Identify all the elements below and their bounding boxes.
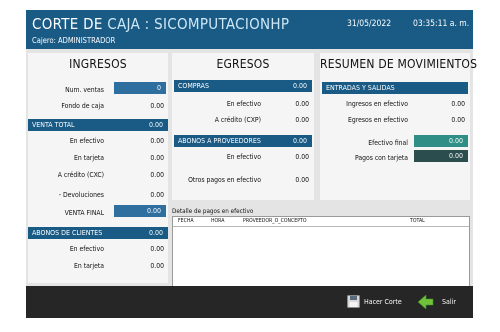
fondo-caja-label: Fondo de caja [61,102,104,110]
window-title: CORTE DE CAJA : SICOMPUTACIONHP [32,15,289,33]
column-header-fecha[interactable]: FECHA [178,217,194,226]
abonos-efectivo-label: En efectivo [69,245,104,253]
hacer-corte-label: Hacer Corte [364,298,402,306]
floppy-disk-icon [347,295,360,308]
ingresos-efectivo-value: 0.00 [451,100,465,108]
efectivo-final-value: 0.00 [414,135,468,147]
entradas-salidas-bar: ENTRADAS Y SALIDAS [322,82,468,94]
egresos-title: EGRESOS [216,57,270,71]
hacer-corte-button[interactable]: Hacer Corte [347,295,407,309]
pagos-tarjeta-label: Pagos con tarjeta [354,154,408,162]
venta-total-value: 0.00 [148,121,163,129]
abonos-proveedores-value: 0.00 [292,137,307,145]
venta-total-bar: VENTA TOTAL 0.00 [28,119,168,131]
abonos-clientes-label: ABONOS DE CLIENTES [32,229,103,237]
num-ventas-label: Num. ventas [65,86,104,94]
column-header-hora[interactable]: HORA [211,217,224,226]
title-accent: CAJA : SICOMPUTACIONHP [107,15,290,33]
resumen-title: RESUMEN DE MOVIMIENTOS [320,57,478,71]
devoluciones-value: 0.00 [150,191,164,199]
corte-de-caja-window: CORTE DE CAJA : SICOMPUTACIONHP Cajero: … [26,10,478,318]
entradas-salidas-label: ENTRADAS Y SALIDAS [326,84,395,92]
venta-tarjeta-value: 0.00 [150,154,164,162]
detalle-pagos-grid[interactable]: FECHA HORA PROVEEDOR_O_CONCEPTO TOTAL [172,216,470,290]
fondo-caja-value: 0.00 [150,102,164,110]
devoluciones-label: - Devoluciones [58,191,104,199]
venta-final-value: 0.00 [114,205,166,217]
efectivo-final-label: Efectivo final [368,139,408,147]
abonos-efectivo-value: 0.00 [150,245,164,253]
otros-pagos-label: Otros pagos en efectivo [188,176,261,184]
ingresos-panel: INGRESOS Num. ventas 0 Fondo de caja 0.0… [28,53,168,283]
compras-efectivo-label: En efectivo [226,100,261,108]
compras-label: COMPRAS [178,82,209,90]
proveedores-efectivo-label: En efectivo [226,153,261,161]
abonos-tarjeta-label: En tarjeta [74,262,104,270]
ingresos-efectivo-label: Ingresos en efectivo [346,100,408,108]
cashier-label: Cajero: ADMINISTRADOR [32,36,116,45]
green-arrow-left-icon [418,295,434,309]
abonos-proveedores-bar: ABONOS A PROVEEDORES 0.00 [174,135,312,147]
compras-efectivo-value: 0.00 [295,100,309,108]
current-date: 31/05/2022 [347,19,392,29]
footer-bar: Hacer Corte Salir [26,286,473,318]
venta-credito-value: 0.00 [150,171,164,179]
column-header-proveedor[interactable]: PROVEEDOR_O_CONCEPTO [243,217,307,226]
compras-credito-label: A crédito (CXP) [214,116,261,124]
pagos-tarjeta-value: 0.00 [414,150,468,162]
egresos-efectivo-value: 0.00 [451,116,465,124]
egresos-panel: EGRESOS COMPRAS 0.00 En efectivo 0.00 A … [172,53,314,200]
grid-header-row: FECHA HORA PROVEEDOR_O_CONCEPTO TOTAL [173,217,469,227]
compras-bar: COMPRAS 0.00 [174,80,312,92]
detalle-caption: Detalle de pagos en efectivo [172,208,254,215]
venta-efectivo-value: 0.00 [150,137,164,145]
abonos-tarjeta-value: 0.00 [150,262,164,270]
venta-credito-label: A crédito (CXC) [57,171,104,179]
abonos-clientes-value: 0.00 [148,229,163,237]
title-prefix: CORTE DE [32,15,103,33]
venta-final-label: VENTA FINAL [64,209,104,217]
abonos-proveedores-label: ABONOS A PROVEEDORES [178,137,261,145]
otros-pagos-value: 0.00 [295,176,309,184]
abonos-clientes-bar: ABONOS DE CLIENTES 0.00 [28,227,168,239]
venta-total-label: VENTA TOTAL [32,121,75,129]
num-ventas-value: 0 [114,82,166,94]
ingresos-title: INGRESOS [69,57,127,71]
salir-button[interactable]: Salir [418,295,463,309]
egresos-efectivo-label: Egresos en efectivo [347,116,408,124]
column-header-total[interactable]: TOTAL [410,217,425,226]
salir-label: Salir [442,298,456,306]
compras-value: 0.00 [292,82,307,90]
current-time: 03:35:11 a. m. [413,19,470,29]
header-bar: CORTE DE CAJA : SICOMPUTACIONHP Cajero: … [26,10,473,49]
venta-efectivo-label: En efectivo [69,137,104,145]
proveedores-efectivo-value: 0.00 [295,153,309,161]
venta-tarjeta-label: En tarjeta [74,154,104,162]
resumen-panel: RESUMEN DE MOVIMIENTOS ENTRADAS Y SALIDA… [320,53,478,200]
compras-credito-value: 0.00 [295,116,309,124]
